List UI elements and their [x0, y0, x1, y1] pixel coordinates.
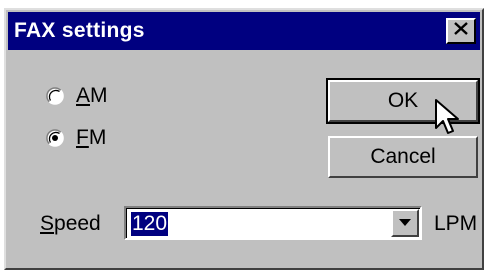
radio-fm-label: FM	[76, 126, 107, 149]
speed-label: Speed	[40, 212, 101, 235]
speed-unit-label: LPM	[434, 212, 478, 235]
speed-value[interactable]: 120	[131, 212, 169, 236]
title-bar[interactable]: FAX settings	[8, 12, 480, 50]
radio-fm[interactable]: FM	[46, 126, 106, 150]
radio-am[interactable]: AM	[46, 84, 108, 108]
mouse-pointer-icon	[434, 98, 464, 141]
window-title: FAX settings	[14, 19, 145, 42]
radio-fm-circle[interactable]	[46, 129, 64, 147]
cancel-button[interactable]: Cancel	[328, 136, 478, 178]
close-icon	[454, 22, 468, 40]
speed-dropdown-button[interactable]	[391, 209, 419, 237]
radio-am-circle[interactable]	[46, 87, 64, 105]
fax-settings-dialog: FAX settings AM FM OK Cancel Speed 120 L…	[4, 8, 484, 270]
close-button[interactable]	[446, 18, 476, 44]
radio-am-label: AM	[76, 84, 108, 107]
speed-combobox[interactable]: 120	[124, 206, 422, 240]
chevron-down-icon	[399, 214, 411, 232]
